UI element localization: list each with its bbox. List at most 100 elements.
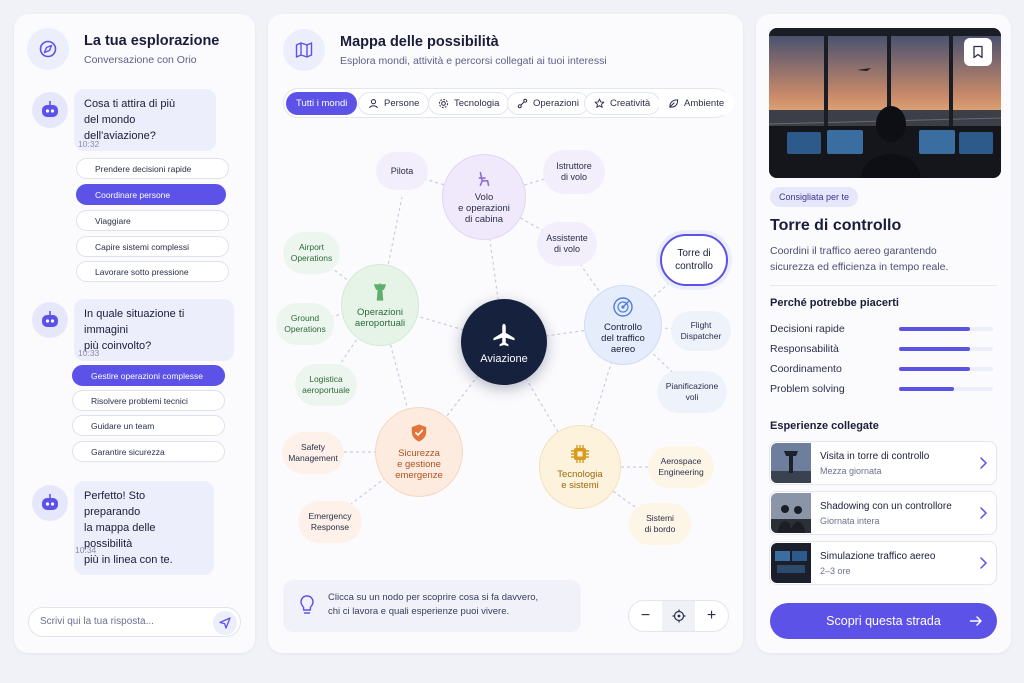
node-torre-controllo-selected[interactable]: Torre di controllo — [660, 234, 728, 286]
chat-input[interactable] — [40, 616, 200, 627]
send-button[interactable] — [213, 611, 237, 635]
node-label: Controllo — [603, 321, 643, 333]
description-line: Coordini il traffico aereo garantendo — [770, 245, 937, 257]
discover-path-button[interactable]: Scopri questa strada — [770, 603, 997, 639]
node-label: Ground — [290, 313, 320, 323]
node-label: Safety — [300, 442, 326, 452]
node-label: Airport — [298, 242, 325, 252]
option-button[interactable]: Guidare un team — [72, 415, 225, 436]
message-time: 10:32 — [78, 139, 100, 149]
chevron-right-icon — [980, 507, 988, 519]
node-label: Istruttore — [556, 161, 592, 171]
node-label: Management — [288, 453, 338, 463]
node-label: Engineering — [658, 467, 704, 477]
trait-label: Problem solving — [770, 383, 845, 395]
bot-avatar — [32, 485, 68, 521]
node-sicurezza[interactable]: Sicurezza e gestione emergenze — [375, 407, 463, 497]
node-label: del traffico — [601, 332, 645, 344]
tower-icon — [374, 282, 386, 301]
experience-item[interactable]: Simulazione traffico aereo 2–3 ore — [769, 541, 997, 585]
node-label: emergenze — [395, 470, 443, 481]
node-controllo-traffico[interactable]: Controllo del traffico aereo — [584, 285, 662, 365]
bookmark-button[interactable] — [964, 38, 992, 66]
node-aviazione[interactable]: Aviazione — [461, 299, 547, 385]
recommended-badge: Consigliata per te — [770, 187, 859, 207]
node-pianificazione[interactable]: Pianificazione voli — [657, 371, 727, 413]
node-label: controllo — [675, 261, 713, 272]
option-button[interactable]: Capire sistemi complessi — [76, 236, 229, 257]
node-safety-management[interactable]: Safety Management — [282, 432, 344, 474]
hint-text: Clicca su un nodo per scoprire cosa si f… — [328, 592, 539, 603]
trait-bar-fill — [899, 347, 971, 351]
message-time: 10:34 — [75, 545, 97, 555]
trait-label: Coordinamento — [770, 363, 842, 375]
chip-icon — [571, 445, 589, 463]
node-emergency-response[interactable]: Emergency Response — [298, 501, 362, 543]
option-button[interactable]: Risolvere problemi tecnici — [72, 390, 225, 411]
node-logistica[interactable]: Logistica aeroportuale — [295, 364, 357, 406]
node-label: Tecnologia — [557, 469, 603, 480]
message-line: del mondo dell'aviazione? — [84, 114, 156, 142]
node-label: aeroportuale — [302, 385, 350, 395]
node-aerospace-engineering[interactable]: Aerospace Engineering — [648, 446, 714, 488]
trait-bar — [899, 347, 993, 351]
node-operazioni-aeroportuali[interactable]: Operazioni aeroportuali — [341, 264, 419, 346]
node-label: di volo — [560, 172, 587, 182]
node-assistente[interactable]: Assistente di volo — [537, 222, 597, 266]
experience-thumbnail — [771, 443, 811, 483]
node-sistemi-bordo[interactable]: Sistemi di bordo — [629, 503, 691, 545]
node-label: Pilota — [390, 165, 414, 176]
node-istruttore[interactable]: Istruttore di volo — [543, 150, 605, 194]
option-button[interactable]: Viaggiare — [76, 210, 229, 231]
node-pilota[interactable]: Pilota — [376, 152, 428, 190]
experience-thumbnail — [771, 493, 811, 533]
experience-thumbnail — [771, 543, 811, 583]
bot-avatar — [32, 92, 68, 128]
chat-input-box[interactable] — [28, 607, 241, 637]
airplane-icon — [493, 323, 515, 346]
node-label: Flight — [690, 320, 712, 330]
node-label: e operazioni — [458, 202, 510, 214]
node-airport-operations[interactable]: Airport Operations — [283, 232, 340, 274]
trait-label: Responsabilità — [770, 343, 839, 355]
option-button[interactable]: Prendere decisioni rapide — [76, 158, 229, 179]
trait-bar — [899, 327, 993, 331]
compass-icon — [27, 28, 69, 70]
zoom-in-button[interactable]: + — [695, 601, 728, 631]
experience-item[interactable]: Visita in torre di controllo Mezza giorn… — [769, 441, 997, 485]
node-tecnologia[interactable]: Tecnologia e sistemi — [539, 425, 621, 509]
node-label: aereo — [610, 343, 636, 355]
hint-text: chi ci lavora e quali esperienze puoi vi… — [328, 606, 510, 617]
seat-icon — [478, 171, 490, 186]
experience-item[interactable]: Shadowing con un controllore Giornata in… — [769, 491, 997, 535]
lightbulb-icon — [300, 595, 314, 614]
node-label: Operazioni — [357, 306, 403, 318]
chevron-right-icon — [980, 457, 988, 469]
node-label: voli — [685, 392, 699, 402]
option-button[interactable]: Lavorare sotto pressione — [76, 261, 229, 282]
node-label: di volo — [553, 244, 580, 254]
experience-title: Simulazione traffico aereo — [820, 551, 936, 562]
experience-duration: Giornata intera — [820, 516, 880, 526]
node-label: Sicurezza — [398, 448, 440, 459]
node-label: Response — [310, 522, 350, 532]
option-button-selected[interactable]: Gestire operazioni complesse — [72, 365, 225, 386]
node-ground-operations[interactable]: Ground Operations — [276, 303, 334, 345]
trait-bar-fill — [899, 327, 971, 331]
radar-icon — [613, 296, 633, 317]
trait-bar — [899, 387, 993, 391]
option-button-selected[interactable]: Coordinare persone — [76, 184, 226, 205]
node-flight-dispatcher[interactable]: Flight Dispatcher — [671, 311, 731, 351]
recenter-button[interactable] — [662, 601, 695, 631]
zoom-out-button[interactable]: − — [629, 601, 662, 631]
bot-avatar — [32, 302, 68, 338]
message-line: Cosa ti attira di più — [84, 98, 176, 110]
chat-panel: La tua esplorazione Conversazione con Or… — [14, 14, 255, 653]
option-button[interactable]: Garantire sicurezza — [72, 441, 225, 462]
hint-box: Clicca su un nodo per scoprire cosa si f… — [283, 580, 581, 632]
bookmark-icon — [973, 45, 983, 59]
node-volo[interactable]: Volo e operazioni di cabina — [442, 154, 526, 240]
detail-panel: Consigliata per te Torre di controllo Co… — [756, 14, 1011, 653]
node-label: Torre di — [677, 248, 711, 259]
node-label: Dispatcher — [680, 331, 722, 341]
